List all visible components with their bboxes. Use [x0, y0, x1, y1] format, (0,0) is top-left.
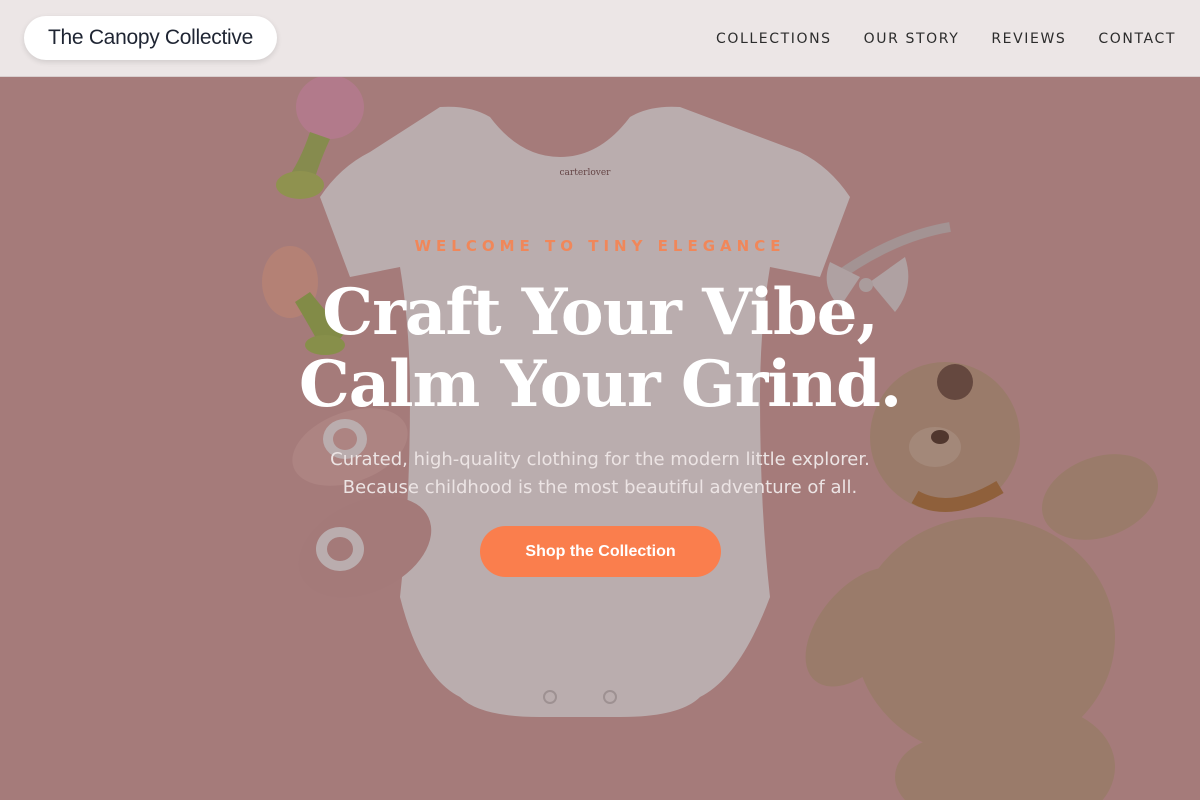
hero-content: WELCOME TO TINY ELEGANCE Craft Your Vibe…	[0, 77, 1200, 800]
hero-subtext: Curated, high-quality clothing for the m…	[0, 446, 1200, 502]
shop-collection-button[interactable]: Shop the Collection	[480, 526, 721, 577]
nav-our-story[interactable]: OUR STORY	[864, 31, 960, 47]
hero-subtext-line-1: Curated, high-quality clothing for the m…	[330, 449, 870, 470]
hero-eyebrow: WELCOME TO TINY ELEGANCE	[414, 237, 786, 255]
hero-headline-line-2: Calm Your Grind.	[298, 347, 902, 422]
hero-headline: Craft Your Vibe, Calm Your Grind.	[0, 277, 1200, 421]
hero-subtext-line-2: Because childhood is the most beautiful …	[342, 477, 858, 498]
hero-headline-line-1: Craft Your Vibe,	[322, 275, 878, 350]
nav-collections[interactable]: COLLECTIONS	[716, 31, 832, 47]
site-header: The Canopy Collective COLLECTIONS OUR ST…	[0, 0, 1200, 77]
hero-section: carterlover WELCOME TO TINY ELEGANCE Cra…	[0, 77, 1200, 800]
nav-contact[interactable]: CONTACT	[1098, 31, 1176, 47]
nav-reviews[interactable]: REVIEWS	[991, 31, 1066, 47]
main-nav: COLLECTIONS OUR STORY REVIEWS CONTACT	[716, 0, 1176, 77]
brand-logo[interactable]: The Canopy Collective	[24, 16, 277, 60]
